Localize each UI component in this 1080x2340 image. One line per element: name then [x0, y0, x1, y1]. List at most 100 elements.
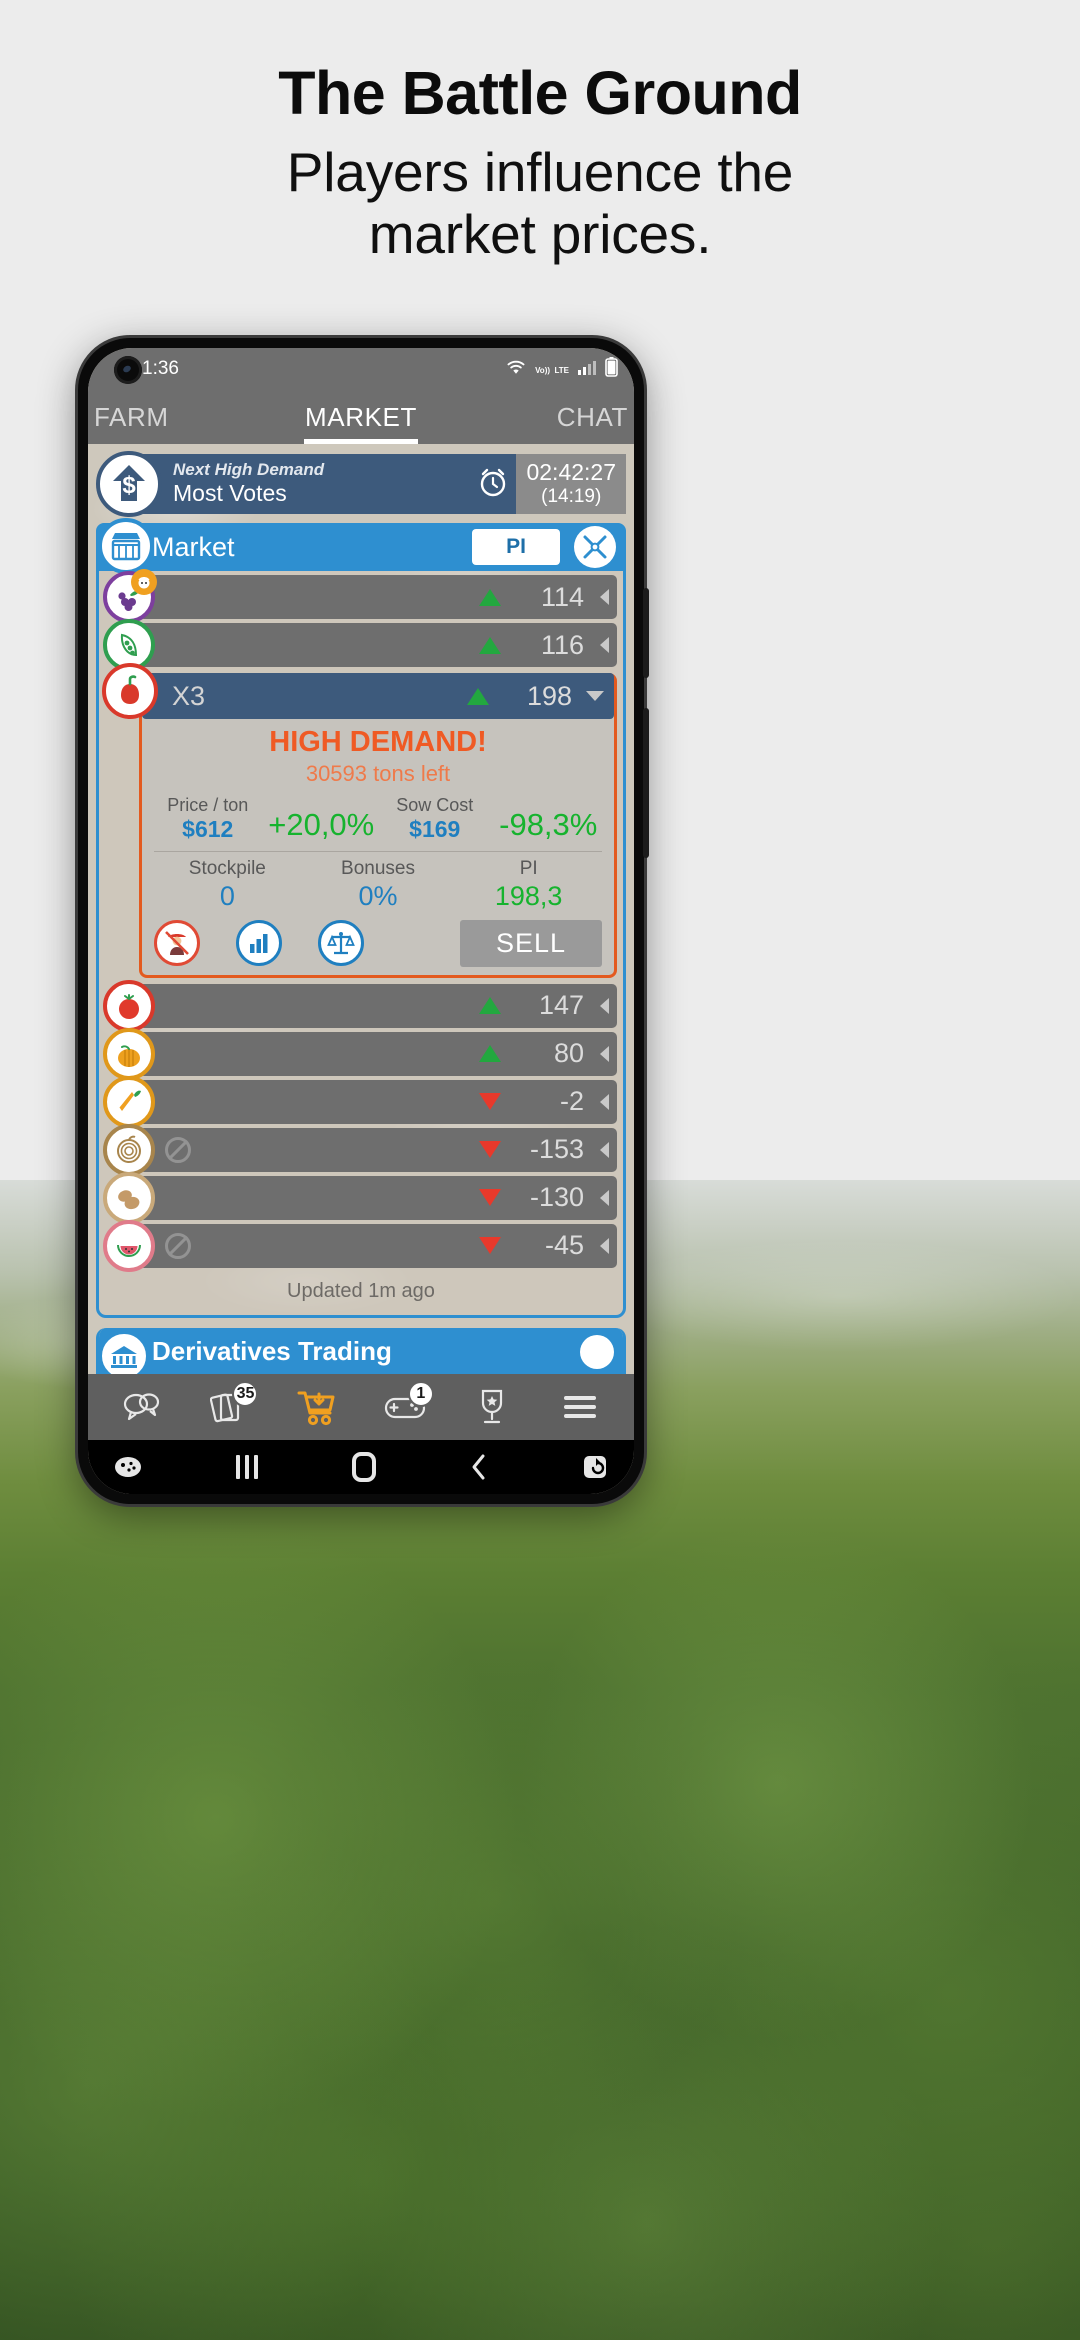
market-screen: $ Next High Demand Most Votes 02:42:27 (… — [88, 444, 634, 1374]
nav-shop[interactable] — [286, 1381, 348, 1433]
market-panel-header: Market PI — [96, 518, 626, 574]
market-row-value: -130 — [529, 1182, 584, 1213]
bonuses-value: 0% — [358, 880, 398, 911]
cards-badge: 35 — [232, 1381, 259, 1407]
next-high-demand-label: Next High Demand — [173, 459, 325, 479]
market-row-watermelon[interactable]: -45 — [103, 1219, 617, 1272]
chevron-left-icon[interactable] — [600, 1237, 609, 1254]
phone-side-button — [643, 708, 649, 858]
tools-icon[interactable] — [574, 526, 616, 568]
trend-arrow-up-icon — [479, 588, 501, 606]
market-row-tomato[interactable]: 147 — [103, 979, 617, 1032]
character-badge-icon — [131, 569, 157, 595]
screenshot-icon[interactable] — [582, 1454, 608, 1480]
volte-label-bottom: LTE — [554, 366, 569, 375]
chevron-left-icon[interactable] — [600, 997, 609, 1014]
high-demand-title: HIGH DEMAND! — [269, 726, 487, 758]
market-row-value: -45 — [544, 1230, 584, 1261]
trend-arrow-down-icon — [479, 1237, 501, 1255]
stockpile-label: Stockpile — [188, 857, 266, 879]
nav-games[interactable]: 1 — [374, 1381, 436, 1433]
next-high-demand-banner[interactable]: $ Next High Demand Most Votes 02:42:27 (… — [96, 451, 626, 517]
trend-arrow-up-icon — [479, 1045, 501, 1063]
tab-market[interactable]: MARKET — [272, 390, 450, 444]
expanded-commodity-card-pepper[interactable]: X3 198 HIGH DEMAND! 30593 tons left Pric… — [102, 663, 617, 978]
svg-text:$: $ — [122, 472, 136, 499]
market-row-pumpkin[interactable]: 80 — [103, 1027, 617, 1080]
onion-icon — [103, 1123, 155, 1176]
derivatives-trading-panel[interactable]: Derivatives Trading — [96, 1327, 626, 1374]
tab-farm[interactable]: FARM — [88, 390, 272, 444]
tons-left-label: 30593 tons left — [305, 761, 451, 786]
market-stall-icon — [98, 518, 154, 574]
potato-icon — [103, 1171, 155, 1224]
market-row-value: 147 — [538, 990, 584, 1021]
market-title: Market — [152, 531, 235, 562]
tab-chat[interactable]: CHAT — [450, 390, 634, 444]
chevron-left-icon[interactable] — [600, 1045, 609, 1062]
market-row-value: 80 — [553, 1038, 584, 1069]
price-per-ton-label: Price / ton — [167, 795, 249, 815]
status-bar: 1:36 Vo)) LTE — [88, 348, 634, 390]
app-bottom-nav[interactable]: 35 1 — [88, 1374, 634, 1440]
card-action-row[interactable]: SELL — [152, 919, 604, 967]
pi-toggle-button[interactable]: PI — [472, 529, 560, 565]
chevron-left-icon[interactable] — [600, 589, 609, 605]
market-row-grapes[interactable]: 114 — [103, 569, 617, 623]
updated-timestamp: Updated 1m ago — [287, 1279, 435, 1302]
sell-button[interactable]: SELL — [459, 919, 602, 967]
scales-icon[interactable] — [318, 920, 364, 967]
phone-screen: 1:36 Vo)) LTE FARM MARKET CHAT $ Next Hi… — [88, 348, 634, 1494]
alarm-clock-icon — [477, 466, 509, 503]
price-per-ton-value: $612 — [182, 815, 234, 842]
signal-icon — [577, 359, 597, 380]
wifi-icon — [505, 358, 527, 381]
derivatives-right-icon[interactable] — [580, 1334, 614, 1369]
card-divider — [154, 850, 602, 852]
nav-menu[interactable] — [549, 1381, 611, 1433]
chevron-left-icon[interactable] — [600, 1189, 609, 1206]
volte-label-top: Vo)) — [535, 366, 551, 375]
nav-leaderboard[interactable] — [461, 1381, 523, 1433]
carrot-icon — [103, 1075, 155, 1128]
stockpile-value: 0 — [219, 880, 235, 911]
expanded-card-header[interactable]: X3 198 — [102, 663, 614, 719]
status-time: 1:36 — [142, 358, 179, 379]
farmer-blocked-icon[interactable] — [154, 920, 200, 967]
expanded-header-value: 198 — [526, 680, 572, 711]
timer-main: 02:42:27 — [526, 459, 616, 486]
top-tab-bar[interactable]: FARM MARKET CHAT — [88, 390, 634, 444]
promo-subtitle-line2: market prices. — [368, 202, 712, 265]
nav-chat[interactable] — [111, 1381, 173, 1433]
market-row-onion[interactable]: -153 — [103, 1123, 617, 1176]
market-row-carrot[interactable]: -2 — [103, 1075, 617, 1128]
price-stats-grid: Price / ton $612 +20,0% Sow Cost $169 -9… — [152, 795, 604, 843]
battery-icon — [605, 356, 618, 382]
grapes-icon — [103, 569, 157, 623]
back-chevron-icon[interactable] — [470, 1453, 488, 1481]
market-row-value: 116 — [540, 629, 584, 660]
trend-arrow-down-icon — [479, 1093, 501, 1111]
market-scroll-area[interactable]: $ Next High Demand Most Votes 02:42:27 (… — [88, 444, 634, 1374]
price-change-value: +20,0% — [268, 806, 375, 842]
secondary-stats-grid: Stockpile 0 Bonuses 0% PI 198,3 — [152, 858, 604, 912]
chevron-left-icon[interactable] — [600, 637, 609, 653]
android-system-nav[interactable] — [88, 1440, 634, 1494]
recents-icon[interactable] — [236, 1455, 258, 1479]
market-row-peas[interactable]: 116 — [103, 619, 617, 671]
market-panel: Market PI 114 116 X3 198 HIGH DEMAND! 30… — [96, 518, 626, 1318]
bar-chart-icon[interactable] — [236, 920, 282, 967]
sow-cost-value: $169 — [409, 815, 461, 842]
nav-cards[interactable]: 35 — [198, 1381, 260, 1433]
chevron-left-icon[interactable] — [600, 1141, 609, 1158]
trend-arrow-down-icon — [479, 1189, 501, 1207]
home-icon[interactable] — [352, 1452, 376, 1482]
watermelon-icon — [103, 1219, 155, 1272]
games-badge: 1 — [407, 1381, 434, 1407]
game-launcher-icon[interactable] — [114, 1455, 142, 1479]
chevron-down-icon[interactable] — [586, 691, 604, 701]
market-row-value: -2 — [559, 1086, 584, 1117]
chevron-left-icon[interactable] — [600, 1093, 609, 1110]
derivatives-title: Derivatives Trading — [152, 1336, 392, 1367]
market-row-potato[interactable]: -130 — [103, 1171, 617, 1224]
